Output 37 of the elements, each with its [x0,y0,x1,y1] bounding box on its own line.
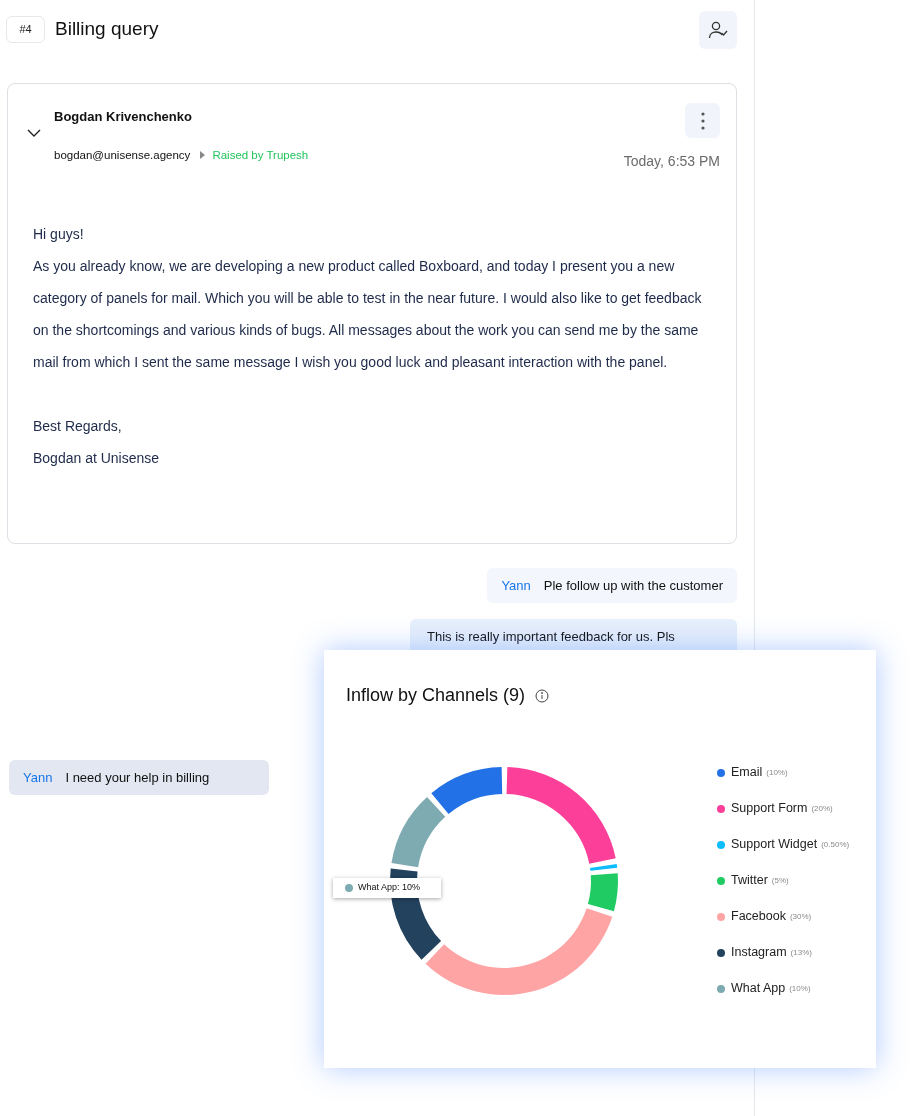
legend-label: Support Form [731,800,808,818]
collapse-chevron-icon[interactable] [26,127,42,139]
ticket-number: #4 [6,16,45,43]
note-author: Yann [23,768,53,787]
legend-label: Support Widget [731,836,818,854]
legend-share: (13%) [790,946,812,959]
note-text: This is really important feedback for us. Pls [427,628,675,646]
note-text: I need your help in billing [65,768,210,787]
email-paragraph: Best Regards, [33,417,123,436]
legend-label: Twitter [731,872,768,890]
assign-button[interactable] [699,10,737,49]
legend-share: (5%) [771,874,789,887]
legend-label: Email [731,764,763,782]
legend-share: (20%) [811,802,833,815]
email-paragraph: Bogdan at Unisense [33,449,161,468]
legend-share: (10%) [766,766,788,779]
chart-title: Inflow by Channels (9) [346,684,526,707]
raised-by-label: Raised by Trupesh [212,147,309,163]
legend-share: (10%) [789,982,811,995]
more-icon [700,111,705,130]
legend-label: Instagram [731,944,787,962]
legend-share: (0.50%) [821,838,850,851]
email-paragraph: Hi guys! [33,225,85,244]
sender-name: Bogdan Krivenchenko [54,108,193,126]
legend-share: (30%) [789,910,812,923]
info-icon [535,688,550,703]
caret-icon [200,151,206,160]
email-time: Today, 6:53 PM [623,152,720,171]
note-author: Yann [501,576,531,595]
email-paragraph: As you already know, we are developing a new product called Boxboard, and today I present you a new category of panels for mail. Which you will be able to test in the near future. I would also like to get feedback on the shortcomings and various kinds of bugs. All messages about the work you can send me by the same mail from which I sent the same message I wish you good luck and pleasant interaction with the panel. [33,257,703,372]
ticket-title: Billing query [55,17,159,42]
sender-email: bogdan@unisense.agency [54,147,191,163]
tooltip-text: What App: 10% [358,881,421,895]
note-text: Ple follow up with the customer [543,576,723,595]
legend-label: What App [731,980,786,998]
legend-label: Facebook [731,908,786,926]
user-check-icon [708,20,728,39]
